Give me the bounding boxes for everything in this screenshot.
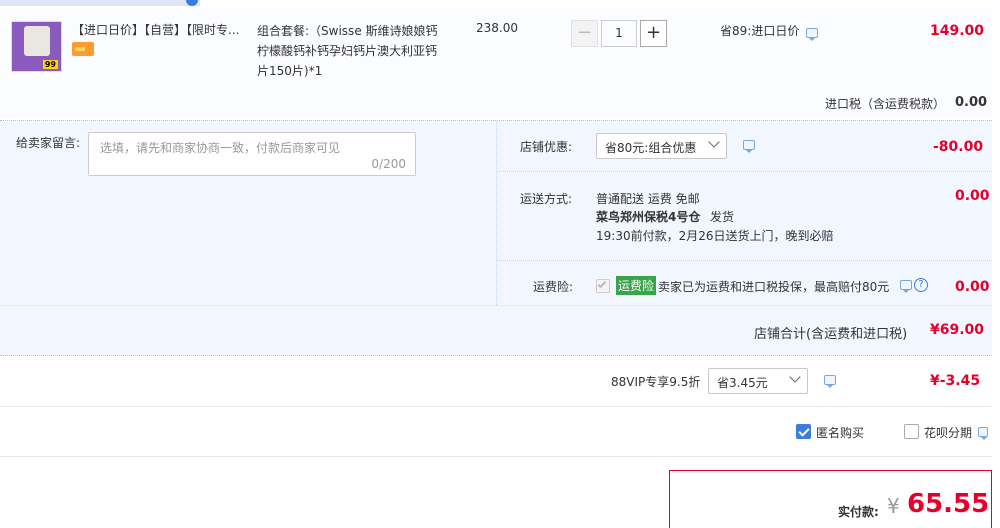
quantity-input[interactable]: 1 [601, 20, 637, 47]
product-jar-icon [24, 26, 50, 56]
product-tags[interactable]: 【进口日价】【自营】【限时专... [72, 21, 252, 38]
shipping-line3: 19:30前付款，2月26日送货上门，晚到必赔 [596, 229, 834, 243]
chat-icon[interactable] [824, 375, 836, 388]
increment-button[interactable]: + [640, 20, 667, 47]
help-icon[interactable]: ? [914, 278, 928, 292]
panel-vertical-divider [496, 121, 497, 305]
message-counter: 0/200 [371, 157, 406, 171]
divider [497, 171, 992, 172]
insurance-label: 运费险: [533, 280, 574, 294]
divider [497, 260, 992, 261]
chevron-down-icon [789, 371, 801, 383]
vip-label: 88VIP专享9.5折 [611, 375, 701, 389]
thumb-badge: 99 [42, 60, 58, 69]
card-icon [72, 42, 94, 56]
vip-select[interactable]: 省3.45元 [708, 368, 808, 394]
anonymous-checkbox[interactable] [796, 424, 811, 439]
unit-price: 238.00 [476, 21, 518, 35]
anonymous-label[interactable]: 匿名购买 [816, 424, 864, 441]
shipping-warehouse: 菜鸟郑州保税4号仓 [596, 210, 701, 224]
chevron-down-icon [708, 136, 720, 148]
shipping-value: 0.00 [955, 188, 990, 204]
shipping-line1: 普通配送 运费 免邮 [596, 192, 700, 206]
product-thumbnail[interactable]: 99 [11, 21, 62, 72]
message-textarea[interactable]: 选填，请先和商家协商一致，付款后商家可见 0/200 [88, 132, 416, 176]
shipping-label: 运送方式: [520, 192, 573, 206]
chat-icon[interactable] [743, 140, 755, 153]
vip-selected: 省3.45元 [717, 376, 768, 390]
store-discount-select[interactable]: 省80元:组合优惠 [596, 133, 727, 159]
store-total-label: 店铺合计(含运费和进口税) [754, 327, 908, 342]
insurance-text: 卖家已为运费和进口税投保，最高赔付80元 [658, 280, 890, 294]
store-total-value: ¥69.00 [930, 322, 985, 338]
import-tax-value: 0.00 [955, 95, 988, 110]
divider [0, 456, 992, 457]
insurance-checkbox [596, 279, 610, 293]
huabei-checkbox[interactable] [904, 424, 919, 439]
divider [0, 406, 992, 407]
product-discount-label: 省89:进口日价 [720, 24, 800, 38]
insurance-badge: 运费险 [616, 276, 657, 295]
chat-icon[interactable] [900, 280, 912, 293]
chat-icon[interactable] [806, 28, 818, 41]
product-subtotal: 149.00 [930, 23, 985, 39]
payment-amount: 65.55 [907, 489, 990, 519]
top-clipped-bar [0, 0, 200, 6]
store-discount-value: -80.00 [933, 139, 984, 155]
decrement-button[interactable]: − [571, 20, 598, 47]
divider [0, 355, 992, 356]
message-label: 给卖家留言: [16, 136, 81, 150]
divider [0, 305, 992, 306]
store-discount-label: 店铺优惠: [520, 140, 573, 154]
shipping-note: 发货 [710, 210, 735, 224]
payment-currency: ¥ [887, 494, 900, 518]
vip-value: ¥-3.45 [930, 373, 981, 389]
store-discount-selected: 省80元:组合优惠 [605, 141, 697, 155]
chat-icon[interactable] [978, 427, 988, 440]
product-title[interactable]: 组合套餐:（Swisse 斯维诗娘娘钙柠檬酸钙补钙孕妇钙片澳大利亚钙片150片)… [257, 21, 447, 81]
payment-label: 实付款: [838, 505, 879, 519]
quantity-stepper: − 1 + [571, 20, 667, 47]
import-tax-label: 进口税（含运费税款） [825, 97, 946, 111]
message-placeholder: 选填，请先和商家协商一致，付款后商家可见 [100, 141, 341, 155]
huabei-label[interactable]: 花呗分期 [924, 424, 972, 441]
insurance-value: 0.00 [955, 279, 990, 295]
